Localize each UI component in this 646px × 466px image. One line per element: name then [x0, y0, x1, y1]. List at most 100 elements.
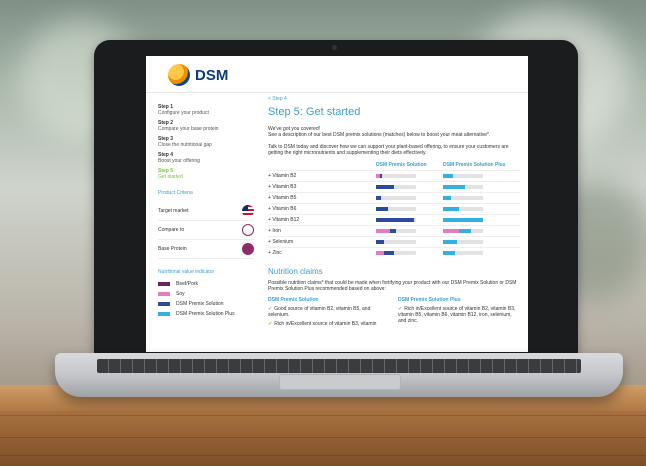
criteria-heading: Product Criteria — [158, 190, 193, 196]
vitamin-name: Vitamin B12 — [272, 216, 300, 223]
step-item-5[interactable]: Step 5 Get started — [158, 168, 254, 180]
table-row[interactable]: + Selenium — [268, 235, 520, 247]
logo-text: DSM — [195, 66, 229, 84]
legend-label: Soy — [176, 291, 185, 297]
step-list: Step 1 Configure your product Step 2 Compar… — [158, 104, 254, 180]
table-row[interactable]: + Vitamin B6 — [268, 202, 520, 214]
bar-segment — [443, 228, 459, 233]
row-label: + Zinc — [268, 250, 282, 256]
bar-segment — [443, 206, 459, 211]
step-item-3[interactable]: Step 3 Close the nutritional gap — [158, 136, 254, 148]
check-icon: ✓ — [268, 321, 273, 328]
bar-segment — [443, 173, 453, 178]
bar-segment — [443, 195, 451, 200]
claim-premix-plus-item: ✓ Rich in/Excellent source of vitamin B2,… — [398, 306, 516, 324]
claim-premix-plus-text: Rich in/Excellent source of vitamin B2, … — [398, 306, 516, 325]
comparison-table: + Vitamin B2 + Vitamin B3 + Vitamin B5 + Vi… — [268, 169, 520, 258]
premix-bar — [376, 250, 416, 255]
bar-segment — [443, 217, 483, 222]
bar-segment — [376, 228, 390, 233]
row-label: + Vitamin B12 — [268, 217, 299, 223]
table-row[interactable]: + Vitamin B5 — [268, 191, 520, 203]
row-label: + Iron — [268, 228, 281, 234]
row-label: + Selenium — [268, 239, 293, 245]
legend-list: Beef/Pork Soy DSM Premix Solution DSM Premi… — [158, 281, 254, 317]
bar-segment — [443, 239, 457, 244]
dsm-logo[interactable]: DSM — [168, 64, 228, 86]
vitamin-name: Selenium — [272, 238, 294, 245]
legend-swatch — [158, 302, 170, 306]
claim-premix-plus: DSM Premix Solution Plus ✓ Rich in/Excell… — [398, 297, 516, 324]
row-label: + Vitamin B5 — [268, 195, 296, 201]
intro-line-2: See a description of our best DSM premix… — [268, 132, 491, 139]
vitamin-name: Zinc — [272, 249, 282, 256]
bar-segment — [443, 250, 455, 255]
criteria-item[interactable]: Compare to — [158, 221, 254, 240]
wooden-table — [0, 385, 646, 466]
criteria-item[interactable]: Target market — [158, 202, 254, 221]
laptop-base — [55, 353, 623, 397]
back-link[interactable]: < Step 4 — [268, 96, 520, 102]
claims-intro: Possible nutrition claims* that could be… — [268, 279, 517, 293]
legend-label: DSM Premix Solution Plus — [176, 311, 235, 317]
legend-item: DSM Premix Solution Plus — [158, 311, 254, 317]
dsm-logo-icon — [168, 64, 190, 86]
bar-segment — [376, 250, 384, 255]
table-row[interactable]: + Iron — [268, 224, 520, 236]
column-header-premix: DSM Premix Solution — [376, 161, 427, 168]
claims-title: Nutrition claims — [268, 266, 323, 276]
step-item-2[interactable]: Step 2 Compare your base protein — [158, 120, 254, 132]
main-content: < Step 4 Step 5: Get started We've got y… — [268, 96, 520, 337]
bar-segment — [459, 228, 471, 233]
premix-plus-bar — [443, 228, 483, 233]
table-row[interactable]: + Vitamin B12 — [268, 213, 520, 225]
premix-plus-bar — [443, 239, 483, 244]
criteria-item[interactable]: Base Protein — [158, 240, 254, 259]
step-item-4[interactable]: Step 4 Boost your offering — [158, 152, 254, 164]
claim-premix-text: Good source of vitamin B2, vitamin B5, a… — [268, 306, 371, 319]
legend-item: DSM Premix Solution — [158, 301, 254, 307]
camera-icon — [332, 45, 337, 50]
step-label: Get started — [158, 174, 183, 180]
claim-premix-item-2: ✓ Rich in/Excellent source of vitamin B3,… — [268, 321, 386, 327]
criteria-label: Base Protein — [158, 246, 187, 252]
bar-segment — [376, 184, 394, 189]
premix-plus-bar — [443, 173, 483, 178]
premix-plus-bar — [443, 184, 483, 189]
bar-segment — [443, 184, 465, 189]
bar-segment — [390, 228, 396, 233]
legend-label: Beef/Pork — [176, 281, 198, 287]
claims: DSM Premix Solution ✓ Good source of vita… — [268, 297, 520, 337]
row-label: + Vitamin B2 — [268, 173, 296, 179]
bar-segment — [384, 250, 394, 255]
premix-plus-bar — [443, 217, 483, 222]
bar-segment — [380, 173, 382, 178]
table-row[interactable]: + Vitamin B2 — [268, 169, 520, 181]
criteria-label: Compare to — [158, 227, 185, 233]
legend-swatch — [158, 312, 170, 316]
comparison-header: DSM Premix Solution DSM Premix Solution … — [268, 162, 520, 170]
trackpad — [279, 374, 401, 390]
premix-bar — [376, 195, 416, 200]
table-row[interactable]: + Zinc — [268, 246, 520, 258]
legend-label: DSM Premix Solution — [176, 301, 224, 307]
premix-plus-bar — [443, 206, 483, 211]
step-item-1[interactable]: Step 1 Configure your product — [158, 104, 254, 116]
bar-segment — [376, 239, 384, 244]
legend-swatch — [158, 292, 170, 296]
animal-icon — [242, 224, 254, 236]
legend-item: Soy — [158, 291, 254, 297]
premix-bar — [376, 239, 416, 244]
vitamin-name: Vitamin B3 — [272, 183, 297, 190]
premix-plus-bar — [443, 195, 483, 200]
premix-bar — [376, 228, 416, 233]
vitamin-name: Vitamin B2 — [272, 172, 297, 179]
row-label: + Vitamin B3 — [268, 184, 296, 190]
premix-plus-bar — [443, 250, 483, 255]
legend-heading: Nutritional value indicator — [158, 269, 215, 275]
table-row[interactable]: + Vitamin B3 — [268, 180, 520, 192]
step-label: Configure your product — [158, 110, 209, 116]
protein-icon — [242, 243, 254, 255]
criteria-list: Target market Compare to Base Protein — [158, 202, 254, 259]
vitamin-name: Vitamin B6 — [272, 205, 297, 212]
